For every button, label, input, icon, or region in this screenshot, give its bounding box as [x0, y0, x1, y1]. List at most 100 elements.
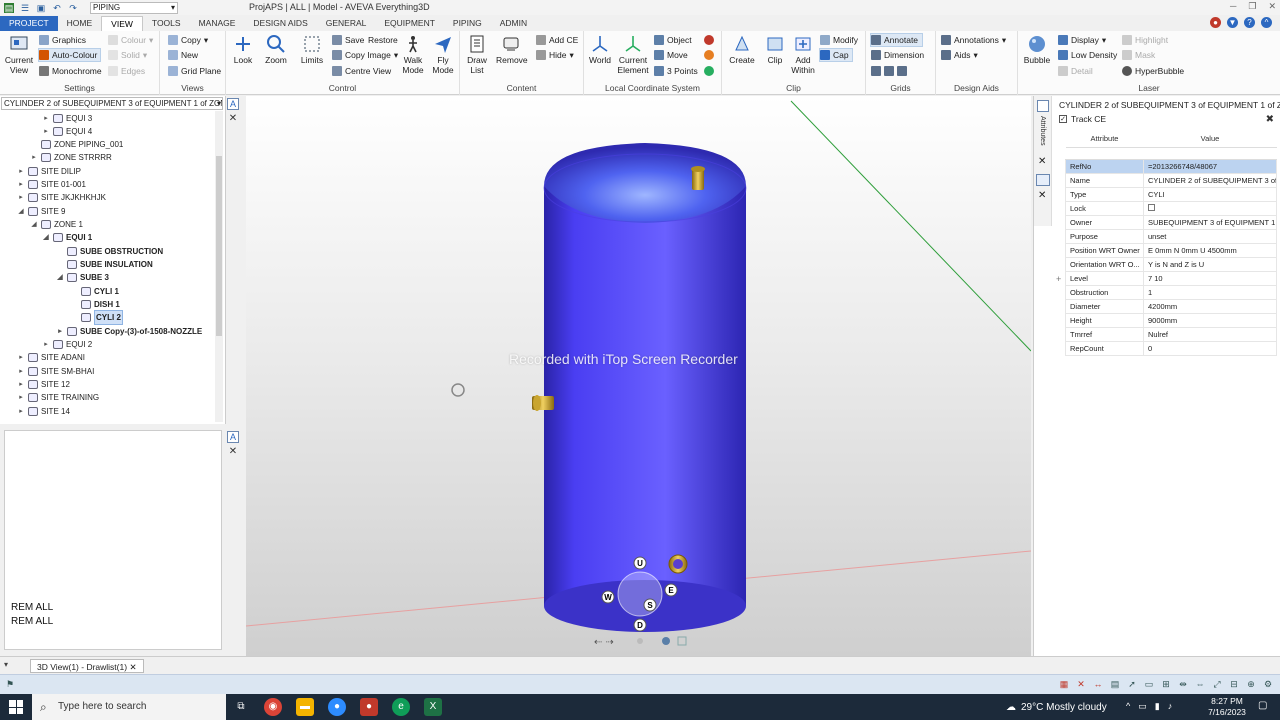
aids-button[interactable]: Aids ▾: [941, 48, 978, 62]
walk-mode-button[interactable]: Walk Mode: [400, 34, 426, 75]
explorer-close-icon[interactable]: ✕: [227, 113, 239, 125]
expand-icon[interactable]: ▸: [42, 338, 50, 351]
lcs-extra-icon-2[interactable]: [704, 48, 714, 62]
3d-viewport[interactable]: U D E W S ⇠ ⇢ Recorded with iTop Screen …: [246, 96, 1031, 656]
cap-button[interactable]: Cap: [819, 48, 853, 62]
bubble-button[interactable]: Bubble: [1022, 34, 1052, 65]
close-icon[interactable]: ✕: [1268, 1, 1276, 12]
current-element-combo[interactable]: CYLINDER 2 of SUBEQUIPMENT 3 of EQUIPMEN…: [1, 97, 223, 110]
clip-button[interactable]: Clip: [762, 34, 788, 65]
cancel-snap-icon[interactable]: ✕: [1075, 678, 1087, 690]
row-expander-icon[interactable]: +: [1056, 274, 1061, 284]
recorder-app-icon[interactable]: ●: [360, 698, 378, 716]
attribute-value[interactable]: 7 10: [1143, 270, 1277, 286]
dimension-button[interactable]: Dimension: [871, 48, 924, 62]
table-row[interactable]: Diameter 4200mm: [1065, 298, 1277, 314]
attribute-value[interactable]: 1: [1143, 284, 1277, 300]
attribute-value[interactable]: 9000mm: [1143, 312, 1277, 328]
task-view-icon[interactable]: ⧉: [232, 698, 250, 716]
lock-checkbox[interactable]: [1143, 200, 1277, 216]
tree-node[interactable]: ▸ SITE SM-BHAI: [17, 365, 94, 378]
tree-node[interactable]: ▸ SITE TRAINING: [17, 391, 99, 404]
tree-node[interactable]: SUBE INSULATION: [56, 258, 153, 271]
tree-node[interactable]: ▸ EQUI 4: [42, 125, 92, 138]
table-row[interactable]: Tmrref Nulref: [1065, 326, 1277, 342]
current-element-button[interactable]: Current Element: [616, 34, 650, 75]
attribute-value[interactable]: E 0mm N 0mm U 4500mm: [1143, 242, 1277, 258]
collapse-icon[interactable]: ◢: [42, 231, 50, 244]
hyperbubble-button[interactable]: HyperBubble: [1122, 64, 1184, 78]
tab-admin[interactable]: ADMIN: [491, 16, 536, 31]
edge-icon[interactable]: e: [392, 698, 410, 716]
attribute-value[interactable]: CYLI: [1143, 186, 1277, 202]
restore-icon[interactable]: ❐: [1248, 1, 1256, 12]
network-icon[interactable]: ▭: [1138, 701, 1147, 712]
file-explorer-icon[interactable]: ▬: [296, 698, 314, 716]
zoom-extent-icon[interactable]: ⊞: [1160, 678, 1172, 690]
world-button[interactable]: World: [586, 34, 614, 65]
look-button[interactable]: Look: [230, 34, 256, 65]
attribute-value[interactable]: unset: [1143, 228, 1277, 244]
tree-node[interactable]: ◢ SUBE 3: [56, 271, 109, 284]
grid-icon[interactable]: ▤: [1109, 678, 1121, 690]
display-button[interactable]: Display ▾: [1058, 33, 1106, 47]
object-button[interactable]: Object: [654, 33, 692, 47]
tree-scrollbar-thumb[interactable]: [216, 156, 222, 336]
create-clip-button[interactable]: Create: [728, 34, 756, 65]
table-row[interactable]: Purpose unset: [1065, 228, 1277, 244]
table-row[interactable]: Lock: [1065, 200, 1277, 216]
checkbox-icon[interactable]: ✓: [1059, 115, 1067, 123]
table-row[interactable]: RepCount 0: [1065, 340, 1277, 356]
tree-node[interactable]: ▸ ZONE STRRRR: [30, 151, 112, 164]
explorer-pin-icon[interactable]: A: [227, 98, 239, 110]
tree-node[interactable]: ◢ SITE 9: [17, 205, 65, 218]
expand-icon[interactable]: ▸: [17, 191, 25, 204]
redo-icon[interactable]: ↷: [68, 3, 78, 13]
tree-node[interactable]: ▸ EQUI 3: [42, 112, 92, 125]
minimize-icon[interactable]: ─: [1230, 1, 1236, 12]
table-row[interactable]: RefNo =2013266748/48067: [1065, 158, 1277, 174]
expand-icon[interactable]: ▸: [17, 378, 25, 391]
tab-general[interactable]: GENERAL: [317, 16, 376, 31]
attribute-value[interactable]: Nulref: [1143, 326, 1277, 342]
table-row[interactable]: Position WRT Owner E 0mm N 0mm U 4500mm: [1065, 242, 1277, 258]
expand-icon[interactable]: ▸: [42, 125, 50, 138]
edges-button[interactable]: Edges: [108, 64, 145, 78]
add-ce-button[interactable]: Add CE: [536, 33, 578, 47]
grid-plane-button[interactable]: Grid Plane: [168, 64, 221, 78]
save-icon[interactable]: ▣: [36, 3, 46, 13]
tree-node[interactable]: ▸ SITE JKJKHKHJK: [17, 191, 106, 204]
attribute-value[interactable]: 0: [1143, 340, 1277, 356]
centre-view-button[interactable]: Centre View: [332, 64, 391, 78]
pin-icon[interactable]: ✖: [1266, 114, 1274, 125]
pointer-icon[interactable]: ➚: [1126, 678, 1138, 690]
add-within-button[interactable]: Add Within: [790, 34, 816, 75]
expand-icon[interactable]: ▸: [56, 325, 64, 338]
user-icon[interactable]: ●: [1210, 17, 1221, 28]
annotate-button[interactable]: Annotate: [870, 33, 924, 47]
attributes-tab[interactable]: Attributes: [1039, 116, 1046, 146]
remove-button[interactable]: Remove: [496, 34, 528, 65]
lcs-extra-icon-1[interactable]: [704, 33, 714, 47]
expand-icon[interactable]: ▸: [30, 151, 38, 164]
tab-manage[interactable]: MANAGE: [190, 16, 245, 31]
zoom-app-icon[interactable]: ●: [328, 698, 346, 716]
copy-image-button[interactable]: Copy Image ▾: [332, 48, 398, 62]
grid-tools-icons[interactable]: [871, 64, 907, 78]
tab-view[interactable]: VIEW: [101, 16, 143, 31]
volume-icon[interactable]: ♪: [1168, 701, 1173, 712]
highlight-button[interactable]: Highlight: [1122, 33, 1168, 47]
tray-chevron-icon[interactable]: ^: [1126, 701, 1130, 712]
chrome-icon[interactable]: ◉: [264, 698, 282, 716]
grid-close-icon[interactable]: ✕: [1038, 190, 1046, 201]
lcs-extra-icon-3[interactable]: [704, 64, 714, 78]
auto-colour-button[interactable]: Auto-Colour: [38, 48, 102, 62]
tree-node[interactable]: ▸ SITE 01-001: [17, 178, 86, 191]
zoom-button[interactable]: Zoom: [262, 34, 290, 65]
close-tab-icon[interactable]: ✕: [129, 662, 136, 672]
tree-node[interactable]: ▸ SUBE Copy-(3)-of-1508-NOZZLE: [56, 325, 202, 338]
save-view-button[interactable]: Save: [332, 33, 364, 47]
table-row[interactable]: Height 9000mm: [1065, 312, 1277, 328]
table-row[interactable]: Name CYLINDER 2 of SUBEQUIPMENT 3 of: [1065, 172, 1277, 188]
tree-node[interactable]: ▸ EQUI 2: [42, 338, 92, 351]
